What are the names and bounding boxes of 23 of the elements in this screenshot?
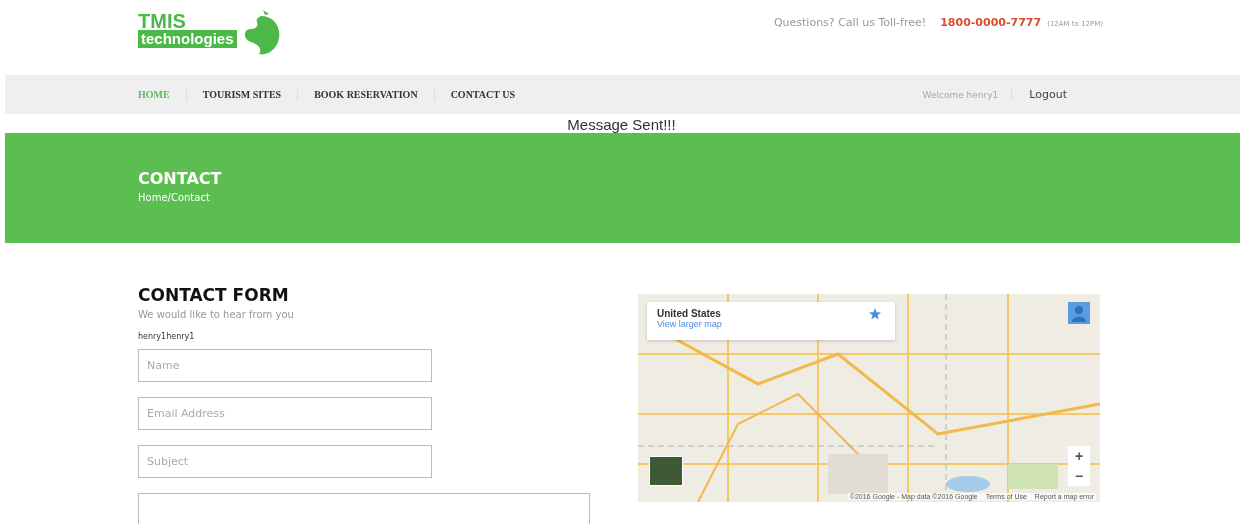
page-title: CONTACT	[138, 169, 223, 188]
input-field[interactable]: Name	[138, 349, 432, 382]
person-icon[interactable]	[1068, 302, 1090, 324]
logo-title: TMIS	[138, 12, 187, 30]
form-title: CONTACT FORM	[138, 285, 289, 305]
form-subtitle: We would like to hear from you	[138, 309, 294, 320]
help-text: Questions? Call us Toll-free!	[773, 16, 927, 29]
username-text: henry1henry1	[138, 332, 195, 341]
input-field[interactable]: Email Address	[138, 397, 432, 430]
input-field[interactable]: Subject	[138, 445, 432, 478]
nav-link[interactable]: CONTACT US	[437, 89, 528, 100]
star-icon[interactable]	[869, 308, 881, 320]
satellite-toggle[interactable]	[649, 456, 683, 486]
place-name: United States	[657, 308, 722, 319]
nav-link[interactable]: BOOK RESERVATION	[301, 89, 431, 100]
welcome-text: Welcome henry1	[922, 89, 999, 100]
breadcrumb: Home/Contact	[138, 192, 211, 203]
phone-number: 1800-0000-7777	[940, 16, 1042, 29]
nav-link[interactable]: TOURISM SITES	[189, 89, 295, 100]
logo-subtitle: technologies	[138, 30, 237, 48]
status-message: Message Sent!!!	[566, 115, 677, 133]
larger-map-link[interactable]: View larger map	[657, 319, 722, 329]
logout-link[interactable]: Logout	[1015, 88, 1067, 101]
